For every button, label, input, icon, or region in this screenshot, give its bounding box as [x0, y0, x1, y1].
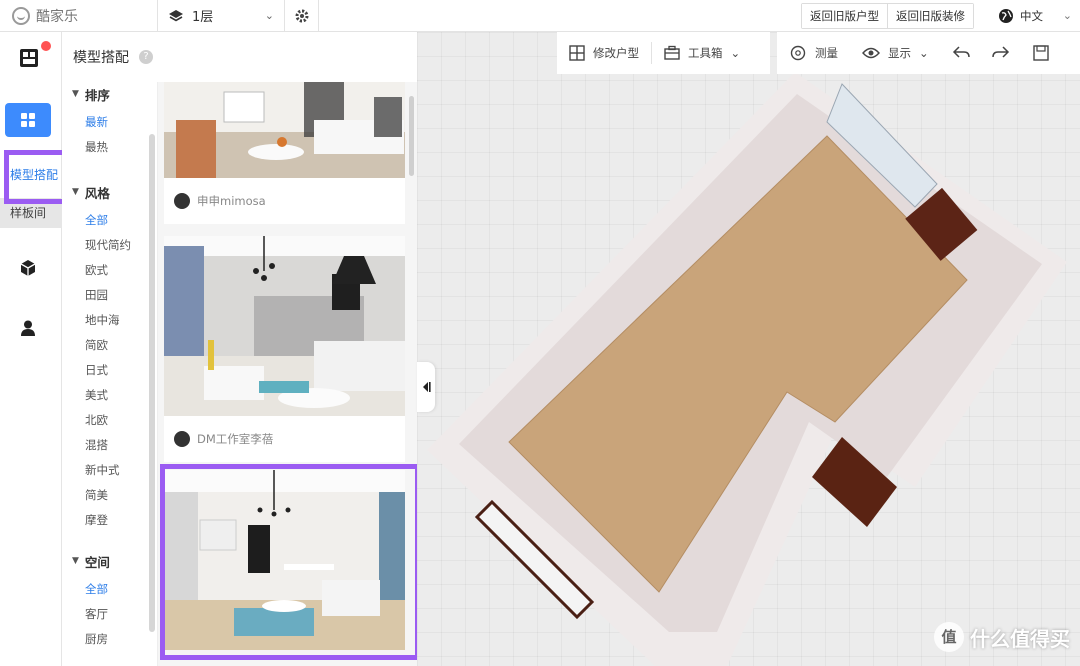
toolbox-icon: [664, 45, 680, 60]
filter-scrollbar[interactable]: [149, 134, 155, 632]
filter-item[interactable]: 混搭: [72, 433, 157, 458]
filter-item[interactable]: 全部: [72, 208, 157, 233]
caret-down-icon: ▼: [72, 556, 79, 566]
card-author: DM工作室李蓓: [164, 416, 405, 462]
filter-section-space: ▼ 空间 全部 客厅 厨房: [62, 549, 157, 652]
filter-item[interactable]: 美式: [72, 383, 157, 408]
filter-section-title[interactable]: ▼ 风格: [72, 180, 157, 204]
undo-button[interactable]: [941, 32, 981, 74]
chevron-down-icon: ⌄: [919, 46, 929, 60]
filter-item[interactable]: 新中式: [72, 458, 157, 483]
language-label: 中文: [1020, 8, 1043, 23]
measure-button[interactable]: 测量: [777, 32, 850, 74]
filter-section-sort: ▼ 排序 最新 最热: [62, 82, 157, 160]
floorplan-grid-icon: [569, 45, 585, 61]
model-card[interactable]: 申申mimosa: [164, 82, 405, 224]
floor-label: 1层: [192, 10, 214, 25]
caret-down-icon: ▼: [72, 89, 79, 99]
card-author: 申申mimosa: [164, 178, 405, 224]
eye-icon: [862, 47, 880, 59]
highlight-box: [160, 464, 420, 660]
globe-icon: [999, 8, 1013, 23]
models-tab[interactable]: [5, 103, 51, 137]
floor-selector[interactable]: 1层 ⌄: [157, 0, 285, 32]
user-icon[interactable]: [18, 318, 38, 338]
avatar: [174, 193, 190, 209]
filter-item[interactable]: 北欧: [72, 408, 157, 433]
filter-item[interactable]: 最新: [72, 110, 157, 135]
undo-icon: [952, 46, 970, 58]
chevron-down-icon: ⌄: [730, 46, 741, 60]
filter-item[interactable]: 日式: [72, 358, 157, 383]
help-icon[interactable]: ?: [139, 50, 153, 64]
notification-dot: [41, 41, 51, 51]
filter-item[interactable]: 欧式: [72, 258, 157, 283]
author-name: 申申mimosa: [197, 194, 266, 208]
watermark-text: 什么值得买: [970, 626, 1070, 651]
filter-item[interactable]: 简美: [72, 483, 157, 508]
filter-item[interactable]: 地中海: [72, 308, 157, 333]
filter-item[interactable]: 最热: [72, 135, 157, 160]
author-name: DM工作室李蓓: [197, 432, 274, 446]
watermark: 值 什么值得买: [934, 622, 1070, 652]
filter-list: ▼ 排序 最新 最热 ▼ 风格 全部 现代简约 欧式 田园 地中海 简欧 日式 美式…: [62, 82, 158, 666]
layers-icon: [169, 9, 183, 21]
settings-button[interactable]: [285, 0, 319, 32]
toolbar-edit: 修改户型 工具箱 ⌄: [557, 32, 770, 74]
old-version-buttons: 返回旧版户型 返回旧版装修: [801, 2, 974, 29]
filter-section-title[interactable]: ▼ 排序: [72, 82, 157, 106]
chevron-down-icon: ⌄: [264, 9, 274, 22]
language-selector[interactable]: 中文 ⌄: [988, 8, 1080, 24]
filter-item[interactable]: 客厅: [72, 602, 157, 627]
top-bar: 酷家乐 1层 ⌄ 返回旧版户型 返回旧版装修 中文 ⌄: [0, 0, 1080, 32]
avatar: [174, 431, 190, 447]
left-icon-bar: 模型搭配 样板间: [0, 32, 71, 666]
old-floorplan-button[interactable]: 返回旧版户型: [802, 3, 887, 28]
floor-plan-3d[interactable]: [417, 32, 1080, 666]
filter-section-style: ▼ 风格 全部 现代简约 欧式 田园 地中海 简欧 日式 美式 北欧 混搭 新中式…: [62, 180, 157, 533]
watermark-icon: 值: [934, 622, 964, 652]
highlight-box: [4, 150, 71, 204]
app-logo[interactable]: 酷家乐: [0, 0, 157, 32]
filter-section-title[interactable]: ▼ 空间: [72, 549, 157, 573]
measure-icon: [790, 45, 806, 61]
room-photo: [164, 236, 405, 416]
redo-icon: [991, 46, 1009, 58]
filter-item[interactable]: 田园: [72, 283, 157, 308]
collapse-left-icon: [423, 382, 431, 392]
old-decor-button[interactable]: 返回旧版装修: [887, 3, 973, 28]
caret-down-icon: ▼: [72, 187, 79, 197]
floorplan-icon[interactable]: [18, 47, 40, 69]
chevron-down-icon: ⌄: [1062, 9, 1072, 22]
toolbar-view: 测量 显示 ⌄: [777, 32, 1080, 74]
model-card[interactable]: DM工作室李蓓: [164, 236, 405, 462]
panel-header: 模型搭配 ?: [62, 32, 417, 82]
filter-item[interactable]: 厨房: [72, 627, 157, 652]
logo-text: 酷家乐: [36, 8, 78, 25]
filter-item[interactable]: 简欧: [72, 333, 157, 358]
card-scrollbar[interactable]: [409, 96, 414, 176]
save-icon: [1032, 45, 1049, 61]
design-canvas[interactable]: 修改户型 工具箱 ⌄ 测量 显示 ⌄ 值 什么值得买: [417, 32, 1080, 666]
filter-item[interactable]: 现代简约: [72, 233, 157, 258]
grid-icon: [21, 113, 35, 127]
modify-floorplan-button[interactable]: 修改户型: [557, 32, 651, 74]
panel-title: 模型搭配: [73, 50, 129, 66]
cube-icon[interactable]: [18, 258, 38, 278]
display-button[interactable]: 显示 ⌄: [850, 32, 941, 74]
room-photo: [164, 82, 405, 178]
save-button[interactable]: [1021, 32, 1061, 74]
toolbox-button[interactable]: 工具箱 ⌄: [652, 32, 752, 74]
gear-icon: [295, 9, 308, 22]
filter-item[interactable]: 摩登: [72, 508, 157, 533]
collapse-panel-button[interactable]: [417, 362, 435, 412]
redo-button[interactable]: [981, 32, 1021, 74]
filter-item[interactable]: 全部: [72, 577, 157, 602]
logo-icon: [12, 6, 30, 25]
